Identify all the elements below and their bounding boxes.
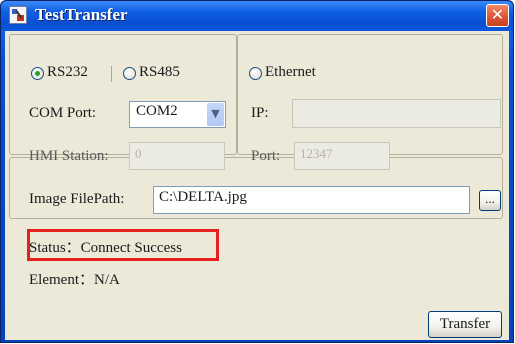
ethernet-radio[interactable] (249, 67, 262, 80)
image-filepath-value: C:\DELTA.jpg (159, 189, 247, 205)
com-port-label: COM Port: (29, 105, 97, 121)
browse-button[interactable]: ... (479, 190, 501, 211)
transfer-app-icon (9, 6, 27, 24)
port-field[interactable]: 12347 (294, 142, 390, 170)
status-highlight-box (27, 229, 219, 261)
close-icon[interactable]: ✕ (486, 4, 509, 27)
com-port-value: COM2 (136, 103, 178, 119)
hmi-station-field[interactable]: 0 (129, 142, 225, 170)
ip-label: IP: (251, 105, 269, 121)
chevron-down-icon[interactable]: ▼ (207, 103, 224, 126)
image-filepath-field[interactable]: C:\DELTA.jpg (153, 186, 470, 214)
hmi-station-label: HMI Station: (29, 148, 109, 164)
test-transfer-window: TestTransfer ✕ RS232 RS485 Ethernet COM … (0, 0, 514, 343)
port-label: Port: (251, 148, 281, 164)
rs232-radio[interactable] (31, 67, 44, 80)
rs232-label[interactable]: RS232 (47, 64, 88, 81)
dialog-body: RS232 RS485 Ethernet COM Port: COM2 ▼ IP… (5, 31, 509, 340)
transfer-button[interactable]: Transfer (428, 311, 502, 338)
ip-field[interactable] (292, 99, 501, 128)
title-bar[interactable]: TestTransfer ✕ (1, 1, 513, 31)
radio-selected-dot (35, 71, 40, 76)
radio-divider (111, 66, 112, 82)
com-port-select[interactable]: COM2 ▼ (129, 101, 226, 128)
ethernet-group (237, 34, 503, 155)
hmi-station-value: 0 (135, 146, 142, 161)
window-title: TestTransfer (35, 5, 128, 24)
image-filepath-label: Image FilePath: (29, 191, 125, 207)
element-text: Element：N/A (29, 272, 120, 288)
port-value: 12347 (300, 146, 333, 161)
rs485-radio[interactable] (123, 67, 136, 80)
serial-group (9, 34, 237, 155)
ethernet-label[interactable]: Ethernet (265, 64, 316, 81)
rs485-label[interactable]: RS485 (139, 64, 180, 81)
